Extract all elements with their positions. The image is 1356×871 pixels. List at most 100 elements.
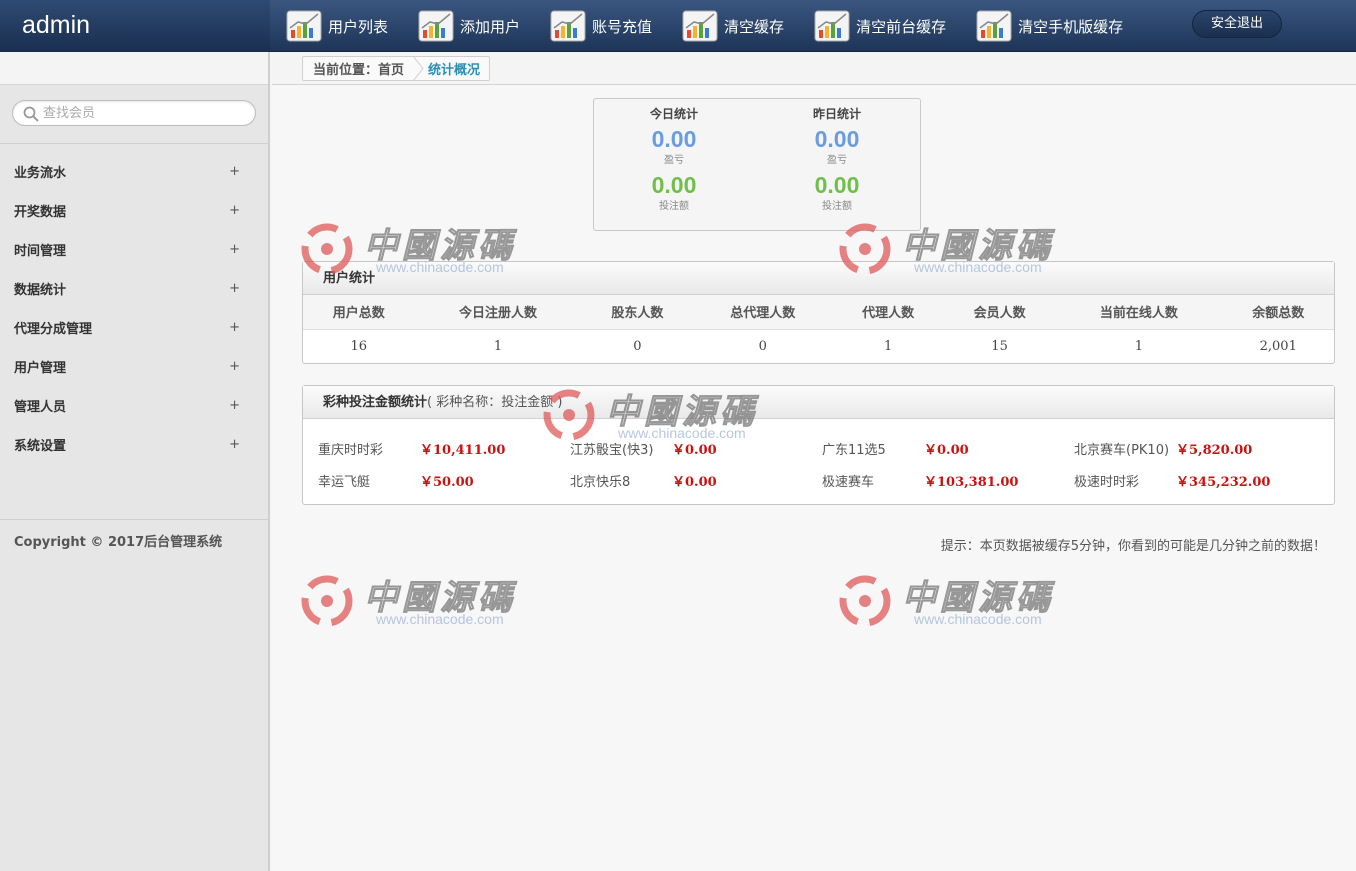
column-header: 代理人数: [832, 295, 944, 330]
breadcrumb-home[interactable]: 当前位置：首页: [303, 59, 412, 78]
lottery-name: 极速时时彩: [1074, 474, 1140, 490]
chart-icon: [550, 10, 586, 42]
nav-clear-mobile-cache[interactable]: 清空手机版缓存: [976, 0, 1123, 52]
lottery-item: 北京快乐8 ￥0.00: [570, 471, 822, 490]
panel-title: 用户统计: [303, 262, 1334, 295]
lottery-item: 幸运飞艇 ￥50.00: [318, 471, 570, 490]
lottery-amount: ￥10,411.00: [420, 442, 506, 458]
table-cell: 1: [1134, 338, 1144, 354]
lottery-item: 重庆时时彩 ￥10,411.00: [318, 439, 570, 458]
column-header: 余额总数: [1222, 295, 1334, 330]
divider: [0, 143, 268, 144]
copyright: Copyright © 2017后台管理系统: [14, 535, 223, 550]
lottery-item: 北京赛车(PK10) ￥5,820.00: [1074, 439, 1326, 458]
nav-label: 清空前台缓存: [856, 17, 947, 36]
table-row: 16 1 0 0 1 15 1 2,001: [303, 329, 1334, 363]
column-header: 当前在线人数: [1055, 295, 1223, 330]
column-header: 会员人数: [943, 295, 1056, 330]
nav-clear-front-cache[interactable]: 清空前台缓存: [814, 0, 946, 52]
lottery-name: 江苏骰宝(快3): [570, 442, 654, 458]
chart-icon: [418, 10, 454, 42]
expand-icon: +: [229, 320, 240, 335]
today-stats: 今日统计 0.00 盈亏 0.00 投注额: [594, 105, 754, 212]
lottery-name: 重庆时时彩: [318, 442, 384, 458]
member-search: [12, 100, 256, 126]
sidebar-item-label: 管理人员: [14, 400, 67, 415]
today-title: 今日统计: [649, 107, 698, 121]
expand-icon: +: [229, 281, 240, 296]
user-stats-table: 用户总数 今日注册人数 股东人数 总代理人数 代理人数 会员人数 当前在线人数 …: [303, 295, 1334, 363]
chart-icon: [682, 10, 718, 42]
column-header: 总代理人数: [693, 295, 833, 330]
sidebar-item-business-flow[interactable]: 业务流水 +: [0, 152, 268, 191]
column-header: 股东人数: [581, 295, 694, 330]
table-cell: 16: [350, 338, 367, 354]
table-cell: 0: [758, 338, 767, 354]
sidebar-item-lottery-data[interactable]: 开奖数据 +: [0, 191, 268, 230]
sidebar-item-label: 系统设置: [14, 439, 67, 454]
lottery-name: 极速赛车: [822, 474, 875, 490]
nav-recharge[interactable]: 账号充值: [550, 0, 652, 52]
daily-stats-box: 今日统计 0.00 盈亏 0.00 投注额 昨日统计 0.00 盈亏 0.00 …: [593, 98, 921, 231]
sidebar-item-agent-commission[interactable]: 代理分成管理 +: [0, 308, 268, 347]
lottery-item: 极速时时彩 ￥345,232.00: [1074, 471, 1326, 490]
nav-clear-cache[interactable]: 清空缓存: [682, 0, 784, 52]
expand-icon: +: [229, 359, 240, 374]
expand-icon: +: [229, 203, 240, 218]
lottery-amount: ￥50.00: [420, 474, 474, 490]
lottery-name: 北京赛车(PK10): [1074, 442, 1170, 458]
sidebar-item-label: 开奖数据: [14, 205, 67, 220]
logout-button[interactable]: 安全退出: [1192, 10, 1282, 38]
expand-icon: +: [229, 164, 240, 179]
nav-add-user[interactable]: 添加用户: [418, 0, 520, 52]
sidebar-item-label: 代理分成管理: [14, 322, 93, 337]
breadcrumb-current: 统计概况: [428, 63, 481, 78]
sidebar-item-label: 数据统计: [14, 283, 67, 298]
breadcrumb-bar: 当前位置：首页 统计概况: [272, 52, 1356, 85]
yesterday-title: 昨日统计: [812, 107, 861, 121]
breadcrumb: 当前位置：首页 统计概况: [302, 56, 491, 81]
user-stats-panel: 用户统计 用户总数 今日注册人数 股东人数 总代理人数 代理人数 会员人数 当前…: [302, 261, 1335, 364]
search-icon: [23, 106, 39, 122]
column-header: 用户总数: [303, 295, 415, 330]
sidebar-item-data-statistics[interactable]: 数据统计 +: [0, 269, 268, 308]
cache-tip: 提示：本页数据被缓存5分钟，你看到的可能是几分钟之前的数据！: [940, 539, 1326, 554]
sidebar-item-label: 业务流水: [14, 166, 67, 181]
yesterday-profit-label: 盈亏: [827, 155, 847, 166]
expand-icon: +: [229, 242, 240, 257]
lottery-name: 广东11选5: [822, 442, 886, 458]
panel-title: 彩种投注金额统计( 彩种名称：投注金额 ): [303, 386, 1334, 419]
sidebar-item-label: 时间管理: [14, 244, 67, 259]
table-cell: 1: [493, 338, 503, 354]
lottery-amount: ￥0.00: [672, 474, 717, 490]
nav-user-list[interactable]: 用户列表: [286, 0, 388, 52]
chart-icon: [286, 10, 322, 42]
today-bet-label: 投注额: [659, 201, 689, 212]
sidebar-item-user-management[interactable]: 用户管理 +: [0, 347, 268, 386]
sidebar-item-label: 用户管理: [14, 361, 67, 376]
sidebar-item-time-management[interactable]: 时间管理 +: [0, 230, 268, 269]
table-cell: 1: [883, 338, 893, 354]
lottery-item: 江苏骰宝(快3) ￥0.00: [570, 439, 822, 458]
nav-label: 清空手机版缓存: [1018, 17, 1124, 36]
brand-title: admin: [0, 0, 270, 52]
chart-icon: [976, 10, 1012, 42]
lottery-amount: ￥0.00: [672, 442, 717, 458]
sidebar-header: [0, 52, 268, 85]
lottery-item: 极速赛车 ￥103,381.00: [822, 471, 1074, 490]
sidebar-item-administrators[interactable]: 管理人员 +: [0, 386, 268, 425]
chart-icon: [814, 10, 850, 42]
sidebar-item-system-settings[interactable]: 系统设置 +: [0, 425, 268, 464]
lottery-row: 幸运飞艇 ￥50.00 北京快乐8 ￥0.00 极速赛车 ￥103,381.00 极速…: [318, 464, 1328, 496]
nav-label: 账号充值: [592, 17, 653, 36]
lottery-bet-panel: 彩种投注金额统计( 彩种名称：投注金额 ) 重庆时时彩 ￥10,411.00 江苏…: [302, 385, 1335, 505]
table-header-row: 用户总数 今日注册人数 股东人数 总代理人数 代理人数 会员人数 当前在线人数 …: [303, 295, 1334, 330]
lottery-amount: ￥103,381.00: [924, 474, 1019, 490]
expand-icon: +: [229, 437, 240, 452]
search-input[interactable]: [43, 103, 248, 123]
nav-label: 添加用户: [460, 17, 521, 36]
chevron-right-icon: [412, 56, 424, 81]
lottery-title: 彩种投注金额统计: [323, 395, 428, 410]
today-profit: 0.00: [651, 126, 697, 152]
lottery-amount: ￥0.00: [924, 442, 969, 458]
